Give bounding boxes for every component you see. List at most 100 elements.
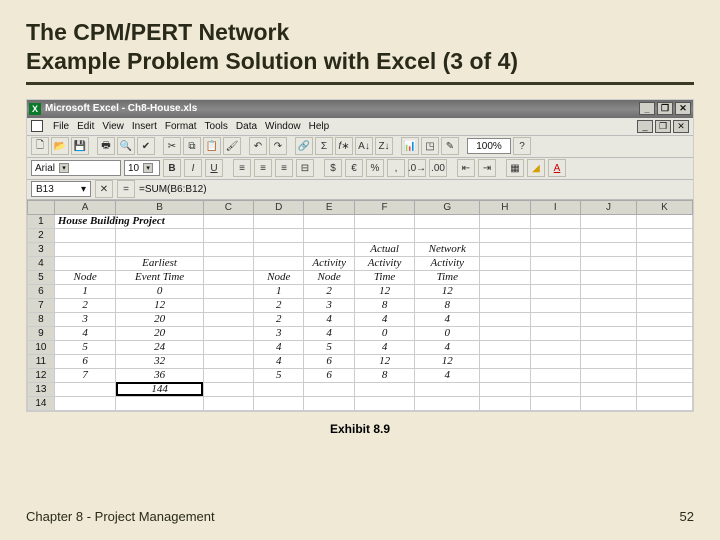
copy-icon[interactable]: ⧉ <box>183 137 201 155</box>
cell-d8[interactable]: 2 <box>254 312 304 326</box>
cell-b11[interactable]: 32 <box>116 354 203 368</box>
cell-e9[interactable]: 4 <box>304 326 354 340</box>
cell-e7[interactable]: 3 <box>304 298 354 312</box>
cell-a9[interactable]: 4 <box>54 326 116 340</box>
cell-g4[interactable]: Activity <box>415 256 480 270</box>
merge-center-icon[interactable]: ⊟ <box>296 159 314 177</box>
cell-f6[interactable]: 12 <box>354 284 414 298</box>
doc-minimize-button[interactable]: _ <box>637 120 653 133</box>
col-head-a[interactable]: A <box>54 200 116 214</box>
help-assistant-icon[interactable]: ? <box>513 137 531 155</box>
euro-icon[interactable]: € <box>345 159 363 177</box>
align-right-icon[interactable]: ≡ <box>275 159 293 177</box>
cell-f11[interactable]: 12 <box>354 354 414 368</box>
cell-g11[interactable]: 12 <box>415 354 480 368</box>
menu-file[interactable]: File <box>53 121 69 132</box>
select-all-corner[interactable] <box>28 200 55 214</box>
menu-insert[interactable]: Insert <box>132 121 157 132</box>
align-left-icon[interactable]: ≡ <box>233 159 251 177</box>
col-head-i[interactable]: I <box>530 200 580 214</box>
cell-g12[interactable]: 4 <box>415 368 480 382</box>
cell-a1[interactable]: House Building Project <box>54 214 116 228</box>
doc-close-button[interactable]: ✕ <box>673 120 689 133</box>
cell-d7[interactable]: 2 <box>254 298 304 312</box>
row-8[interactable]: 83202444 <box>28 312 693 326</box>
percent-icon[interactable]: % <box>366 159 384 177</box>
format-painter-icon[interactable]: 🖌 <box>223 137 241 155</box>
cell-f4[interactable]: Activity <box>354 256 414 270</box>
cell-d6[interactable]: 1 <box>254 284 304 298</box>
cell-g6[interactable]: 12 <box>415 284 480 298</box>
menu-tools[interactable]: Tools <box>205 121 228 132</box>
cell-f5[interactable]: Time <box>354 270 414 284</box>
cell-f9[interactable]: 0 <box>354 326 414 340</box>
col-head-j[interactable]: J <box>580 200 636 214</box>
cell-d9[interactable]: 3 <box>254 326 304 340</box>
decrease-indent-icon[interactable]: ⇤ <box>457 159 475 177</box>
cell-g8[interactable]: 4 <box>415 312 480 326</box>
borders-icon[interactable]: ▦ <box>506 159 524 177</box>
col-head-e[interactable]: E <box>304 200 354 214</box>
function-icon[interactable]: f∗ <box>335 137 353 155</box>
cell-g7[interactable]: 8 <box>415 298 480 312</box>
cell-a8[interactable]: 3 <box>54 312 116 326</box>
minimize-button[interactable]: _ <box>639 102 655 115</box>
print-icon[interactable]: 🖶 <box>97 137 115 155</box>
cell-f12[interactable]: 8 <box>354 368 414 382</box>
col-head-h[interactable]: H <box>480 200 530 214</box>
cell-f7[interactable]: 8 <box>354 298 414 312</box>
menu-edit[interactable]: Edit <box>77 121 94 132</box>
cell-g3[interactable]: Network <box>415 242 480 256</box>
italic-icon[interactable]: I <box>184 159 202 177</box>
cell-d10[interactable]: 4 <box>254 340 304 354</box>
cell-e8[interactable]: 4 <box>304 312 354 326</box>
spellcheck-icon[interactable]: ✔ <box>137 137 155 155</box>
open-icon[interactable]: 📂 <box>51 137 69 155</box>
cell-d5[interactable]: Node <box>254 270 304 284</box>
sort-asc-icon[interactable]: A↓ <box>355 137 373 155</box>
row-7[interactable]: 72122388 <box>28 298 693 312</box>
cell-e4[interactable]: Activity <box>304 256 354 270</box>
cell-f8[interactable]: 4 <box>354 312 414 326</box>
cell-a11[interactable]: 6 <box>54 354 116 368</box>
cell-e12[interactable]: 6 <box>304 368 354 382</box>
row-13[interactable]: 13 144 <box>28 382 693 396</box>
bold-icon[interactable]: B <box>163 159 181 177</box>
undo-icon[interactable]: ↶ <box>249 137 267 155</box>
cell-e6[interactable]: 2 <box>304 284 354 298</box>
cell-g10[interactable]: 4 <box>415 340 480 354</box>
maximize-button[interactable]: ❐ <box>657 102 673 115</box>
worksheet-grid[interactable]: A B C D E F G H I J K 1 House Building P… <box>27 200 693 411</box>
sort-desc-icon[interactable]: Z↓ <box>375 137 393 155</box>
row-1[interactable]: 1 House Building Project <box>28 214 693 228</box>
col-head-k[interactable]: K <box>636 200 692 214</box>
menu-format[interactable]: Format <box>165 121 197 132</box>
menu-window[interactable]: Window <box>265 121 301 132</box>
redo-icon[interactable]: ↷ <box>269 137 287 155</box>
cell-e5[interactable]: Node <box>304 270 354 284</box>
col-head-g[interactable]: G <box>415 200 480 214</box>
cell-b13[interactable]: 144 <box>116 382 203 396</box>
doc-restore-button[interactable]: ❐ <box>655 120 671 133</box>
align-center-icon[interactable]: ≡ <box>254 159 272 177</box>
row-4[interactable]: 4 Earliest Activity Activity Activity <box>28 256 693 270</box>
enter-formula-icon[interactable]: = <box>117 180 135 198</box>
cell-a12[interactable]: 7 <box>54 368 116 382</box>
save-icon[interactable]: 💾 <box>71 137 89 155</box>
chart-wizard-icon[interactable]: 📊 <box>401 137 419 155</box>
fill-color-icon[interactable]: ◢ <box>527 159 545 177</box>
formula-text[interactable]: =SUM(B6:B12) <box>139 184 207 195</box>
font-size-combo[interactable]: 10 ▾ <box>124 160 160 176</box>
map-icon[interactable]: ◳ <box>421 137 439 155</box>
cell-b6[interactable]: 0 <box>116 284 203 298</box>
autosum-icon[interactable]: Σ <box>315 137 333 155</box>
new-icon[interactable]: 🗋 <box>31 137 49 155</box>
font-name-combo[interactable]: Arial ▾ <box>31 160 121 176</box>
cell-d11[interactable]: 4 <box>254 354 304 368</box>
cut-icon[interactable]: ✂ <box>163 137 181 155</box>
menu-help[interactable]: Help <box>309 121 330 132</box>
font-color-icon[interactable]: A <box>548 159 566 177</box>
increase-indent-icon[interactable]: ⇥ <box>478 159 496 177</box>
row-14[interactable]: 14 <box>28 396 693 410</box>
row-2[interactable]: 2 <box>28 228 693 242</box>
